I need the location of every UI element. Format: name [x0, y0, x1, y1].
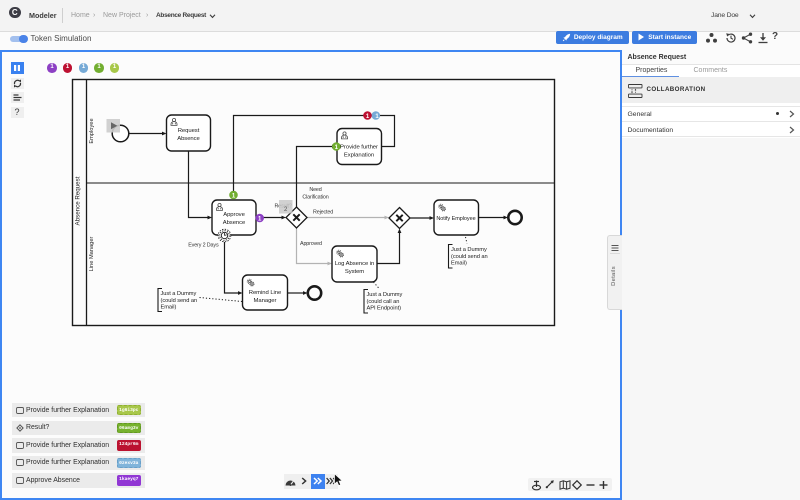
- svg-text:Explanation: Explanation: [344, 153, 374, 159]
- svg-text:Just a Dummy: Just a Dummy: [161, 291, 197, 297]
- svg-text:Email): Email): [451, 261, 467, 267]
- svg-text:Approved: Approved: [300, 241, 322, 247]
- svg-text:Provide further: Provide further: [340, 145, 378, 151]
- svg-text:Every 2 Days: Every 2 Days: [188, 243, 219, 249]
- svg-text:(could call an: (could call an: [367, 299, 400, 305]
- svg-text:Need: Need: [309, 187, 321, 193]
- svg-text:Absence: Absence: [223, 220, 246, 226]
- svg-text:Email): Email): [161, 305, 177, 311]
- svg-text:Just a Dummy: Just a Dummy: [451, 247, 487, 253]
- svg-text:Absence Request: Absence Request: [75, 176, 82, 225]
- svg-text:Line Manager: Line Manager: [89, 237, 95, 272]
- svg-text:Approve: Approve: [223, 212, 245, 218]
- svg-text:Log Absence in: Log Absence in: [335, 261, 375, 267]
- svg-text:Remind Line: Remind Line: [249, 290, 282, 296]
- svg-text:Notify Employee: Notify Employee: [436, 216, 475, 222]
- svg-text:Manager: Manager: [254, 298, 277, 304]
- svg-text:Just a Dummy: Just a Dummy: [367, 292, 403, 298]
- svg-text:(could send an: (could send an: [451, 254, 488, 260]
- svg-text:API Endpoint): API Endpoint): [367, 306, 402, 312]
- svg-text:(could send an: (could send an: [161, 298, 198, 304]
- svg-text:Absence: Absence: [177, 136, 200, 142]
- svg-text:System: System: [345, 269, 364, 275]
- svg-text:Request: Request: [178, 128, 200, 134]
- svg-text:Rejected: Rejected: [313, 210, 333, 216]
- svg-text:Employee: Employee: [89, 118, 95, 143]
- svg-text:Clarification: Clarification: [302, 195, 328, 201]
